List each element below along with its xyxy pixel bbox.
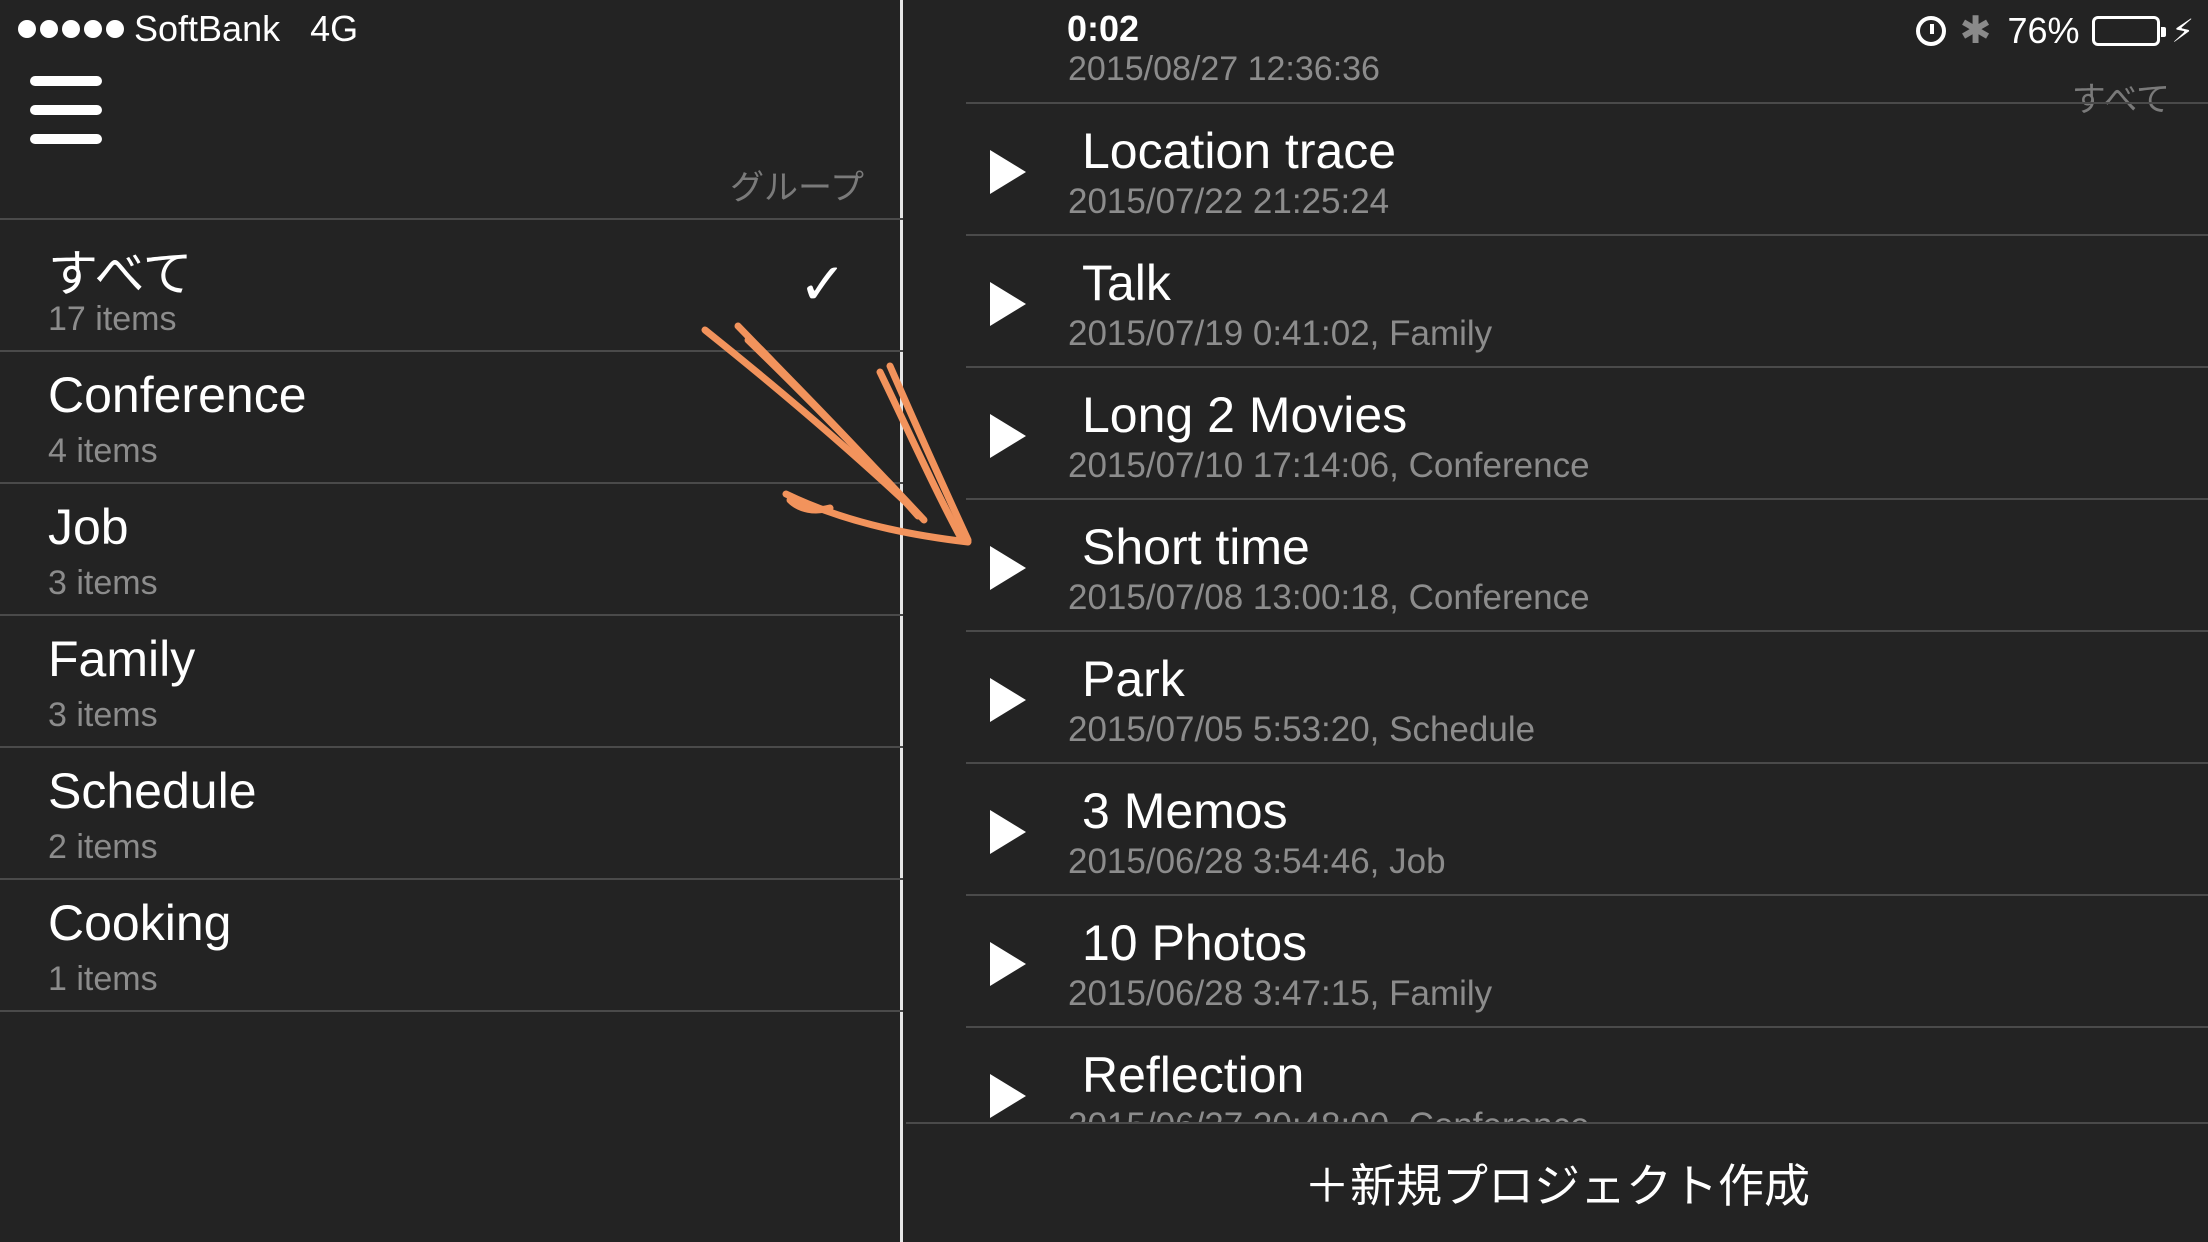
group-name: Conference: [48, 367, 307, 423]
project-subtitle: 2015/07/05 5:53:20, Schedule: [1068, 710, 1536, 749]
play-icon[interactable]: [990, 678, 1026, 722]
project-row[interactable]: Talk 2015/07/19 0:41:02, Family: [966, 236, 2208, 368]
play-icon[interactable]: [990, 810, 1026, 854]
bottom-bar: ＋新規プロジェクト作成: [906, 1122, 2208, 1242]
group-item-count: 4 items: [48, 432, 158, 470]
group-item-count: 1 items: [48, 960, 158, 998]
group-item[interactable]: Family 3 items: [0, 616, 903, 748]
hamburger-menu-icon[interactable]: [30, 76, 102, 144]
project-subtitle: 2015/06/27 20:48:00, Conference: [1068, 1106, 1590, 1122]
play-icon[interactable]: [990, 546, 1026, 590]
project-subtitle: 2015/06/28 3:47:15, Family: [1068, 974, 1493, 1013]
project-title: Reflection: [1082, 1047, 1305, 1103]
signal-strength-icon: [18, 20, 124, 38]
group-item[interactable]: Job 3 items: [0, 484, 903, 616]
group-header-label: グループ: [730, 169, 864, 207]
group-item-count: 3 items: [48, 696, 158, 734]
group-name: Job: [48, 499, 129, 555]
status-left: SoftBank 4G: [18, 8, 358, 50]
project-row[interactable]: 3 Memos 2015/06/28 3:54:46, Job: [966, 764, 2208, 896]
group-item[interactable]: Schedule 2 items: [0, 748, 903, 880]
project-title: 10 Photos: [1082, 915, 1308, 971]
group-name: すべて: [48, 246, 193, 302]
group-item-count: 17 items: [48, 300, 177, 338]
group-item[interactable]: すべて 17 items ✓: [0, 220, 903, 352]
group-name: Family: [48, 631, 196, 687]
project-title: Location trace: [1082, 123, 1397, 179]
project-subtitle: 2015/07/19 0:41:02, Family: [1068, 314, 1493, 353]
new-project-button[interactable]: ＋新規プロジェクト作成: [1304, 1150, 1810, 1216]
play-icon[interactable]: [990, 942, 1026, 986]
checkmark-icon: ✓: [798, 252, 847, 317]
group-name: Cooking: [48, 895, 232, 951]
group-name: Schedule: [48, 763, 257, 819]
play-icon[interactable]: [990, 282, 1026, 326]
clock: 0:02: [1067, 8, 1140, 49]
project-title: Long 2 Movies: [1082, 387, 1408, 443]
bluetooth-icon: ✱: [1959, 10, 1992, 52]
network-type: 4G: [310, 8, 359, 49]
project-subtitle: 2015/07/08 13:00:18, Conference: [1068, 578, 1590, 617]
project-row[interactable]: Reflection 2015/06/27 20:48:00, Conferenc…: [966, 1028, 2208, 1122]
play-icon[interactable]: [990, 150, 1026, 194]
project-row[interactable]: 10 Photos 2015/06/28 3:47:15, Family: [966, 896, 2208, 1028]
battery-icon: [2091, 15, 2166, 46]
carrier-name: SoftBank: [134, 8, 281, 49]
group-list: すべて 17 items ✓ Conference 4 items Job 3 items F…: [0, 218, 903, 1012]
project-row[interactable]: Short time 2015/07/08 13:00:18, Conferenc…: [966, 500, 2208, 632]
group-item[interactable]: Conference 4 items: [0, 352, 903, 484]
project-title: Talk: [1082, 255, 1171, 311]
project-title: Short time: [1082, 519, 1310, 575]
group-item-count: 3 items: [48, 564, 158, 602]
play-icon[interactable]: [990, 414, 1026, 458]
play-icon[interactable]: [990, 1074, 1026, 1118]
charging-bolt-icon: ⚡: [2171, 12, 2194, 49]
project-subtitle: 2015/07/22 21:25:24: [1068, 182, 1390, 221]
project-title: 3 Memos: [1082, 783, 1288, 839]
project-list[interactable]: Location trace 2015/07/22 21:25:24 Talk 201…: [966, 104, 2208, 1122]
project-title: Park: [1082, 651, 1185, 707]
project-subtitle: 2015/07/10 17:14:06, Conference: [1068, 446, 1590, 485]
project-subtitle: 2015/06/28 3:54:46, Job: [1068, 842, 1446, 881]
project-pane: 2015/08/27 12:36:36 すべて Location trace 20…: [906, 0, 2208, 1122]
status-bar: SoftBank 4G 0:02 ✱ 76% ⚡: [0, 0, 2208, 60]
group-item-count: 2 items: [48, 828, 158, 866]
group-item[interactable]: Cooking 1 items: [0, 880, 903, 1012]
project-row[interactable]: Long 2 Movies 2015/07/10 17:14:06, Confer…: [966, 368, 2208, 500]
project-row[interactable]: Location trace 2015/07/22 21:25:24: [966, 104, 2208, 236]
group-sidebar: グループ すべて 17 items ✓ Conference 4 items Job 3 i…: [0, 0, 903, 1242]
status-right: ✱ 76% ⚡: [1915, 8, 2194, 53]
alarm-icon: [1915, 15, 1946, 46]
battery-percent: 76%: [2007, 9, 2080, 51]
project-row[interactable]: Park 2015/07/05 5:53:20, Schedule: [966, 632, 2208, 764]
